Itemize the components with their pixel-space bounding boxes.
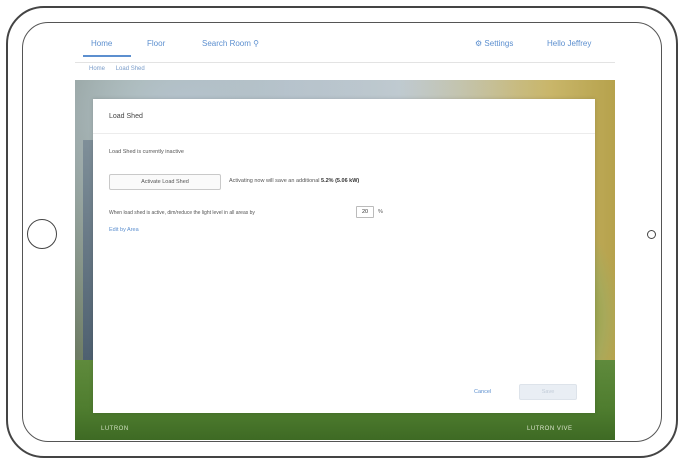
app-screen: Home Floor Search Room ⚲ ⚙ Settings Hell… <box>75 30 615 440</box>
activate-load-shed-button[interactable]: Activate Load Shed <box>109 174 221 190</box>
save-button[interactable]: Save <box>519 384 577 400</box>
search-icon: ⚲ <box>253 39 260 48</box>
dialog-title: Load Shed <box>109 113 143 120</box>
dim-percent-unit: % <box>378 209 383 215</box>
nav-floor-tab[interactable]: Floor <box>147 39 165 48</box>
load-shed-status: Load Shed is currently inactive <box>109 149 184 155</box>
top-navigation: Home Floor Search Room ⚲ ⚙ Settings Hell… <box>75 30 615 63</box>
edit-by-area-link[interactable]: Edit by Area <box>109 227 139 233</box>
settings-label: Settings <box>484 39 514 48</box>
breadcrumb: Home Load Shed <box>89 66 154 72</box>
search-room-label: Search Room <box>202 39 251 48</box>
brand-logo: LUTRON <box>101 426 129 432</box>
product-logo: LUTRON VIVE <box>527 426 573 432</box>
nav-settings[interactable]: ⚙ Settings <box>475 39 513 48</box>
breadcrumb-home[interactable]: Home <box>89 66 105 72</box>
dialog-divider <box>93 133 595 134</box>
dim-percent-input[interactable] <box>356 206 374 218</box>
cancel-button[interactable]: Cancel <box>474 389 491 395</box>
user-greeting[interactable]: Hello Jeffrey <box>547 39 591 48</box>
dim-level-label: When load shed is active, dim/reduce the… <box>109 210 255 216</box>
gear-icon: ⚙ <box>475 39 483 48</box>
savings-value: 5.2% (5.06 kW) <box>321 178 360 184</box>
savings-info: Activating now will save an additional 5… <box>229 178 359 184</box>
nav-home-tab[interactable]: Home <box>91 39 112 48</box>
breadcrumb-current: Load Shed <box>115 66 145 72</box>
nav-search-room[interactable]: Search Room ⚲ <box>202 39 259 48</box>
active-tab-indicator <box>83 55 131 57</box>
tablet-home-button[interactable] <box>27 219 57 249</box>
tablet-camera-icon <box>647 230 656 239</box>
load-shed-dialog: Load Shed Load Shed is currently inactiv… <box>93 99 595 413</box>
savings-prefix: Activating now will save an additional <box>229 178 320 184</box>
